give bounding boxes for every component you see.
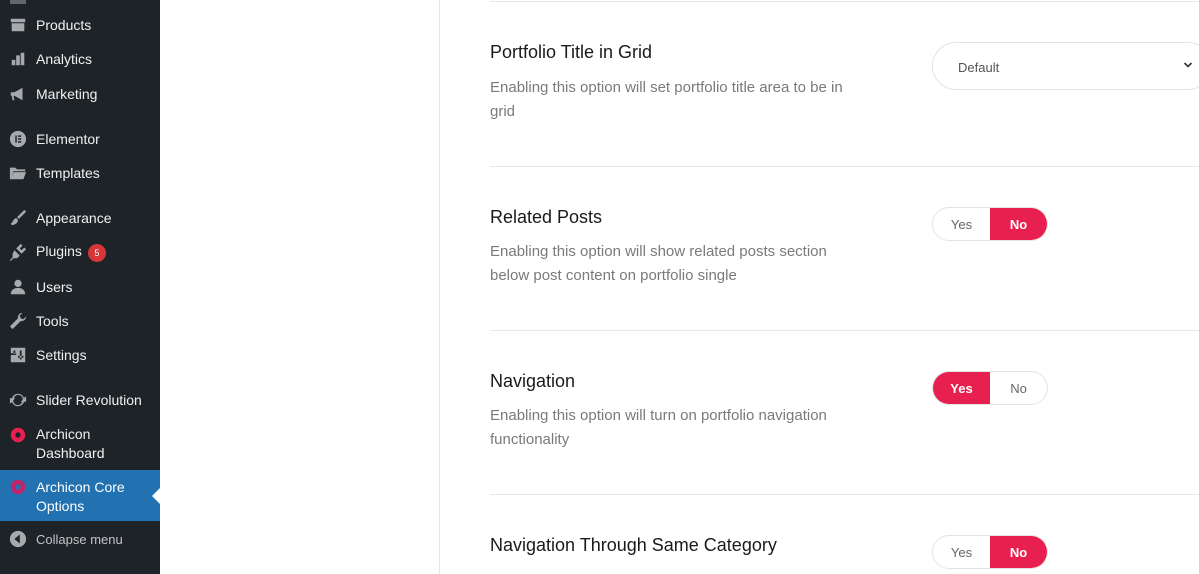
collapse-menu-label: Collapse menu: [36, 531, 123, 547]
sidebar-item-label: Users: [36, 278, 73, 295]
divider: [490, 166, 1199, 167]
sidebar-item-label: Archicon Core Options: [36, 479, 125, 514]
folder-icon: [8, 163, 28, 183]
option-description: Enabling this option will show related p…: [490, 243, 827, 284]
sidebar-item-label: Templates: [36, 164, 100, 181]
no-option[interactable]: No: [990, 208, 1047, 240]
archicon-icon: [8, 425, 28, 445]
settings-icon: [8, 345, 28, 365]
option-description: Enabling this option will turn on portfo…: [490, 407, 827, 448]
sidebar-item-analytics[interactable]: Analytics: [0, 42, 160, 76]
divider: [490, 494, 1199, 495]
yes-option[interactable]: Yes: [933, 208, 990, 240]
sidebar-item-users[interactable]: Users: [0, 270, 160, 304]
elementor-icon: [8, 129, 28, 149]
collapse-arrow-icon: [8, 529, 28, 549]
archicon-icon: [8, 477, 28, 497]
option-title-navigation-same-category: Navigation Through Same Category: [490, 535, 777, 555]
sidebar-item-tools[interactable]: Tools: [0, 304, 160, 338]
option-description: Enabling this option will set portfolio …: [490, 79, 843, 120]
chevron-down-icon: [1183, 62, 1193, 68]
option-title-related-posts: Related Posts: [490, 207, 603, 227]
plugin-icon: [8, 242, 28, 262]
sidebar-item-label: Products: [36, 16, 92, 33]
sidebar-item-slider-revolution[interactable]: Slider Revolution: [0, 383, 160, 417]
paintbrush-icon: [8, 208, 28, 228]
sidebar-item-label: Tools: [36, 312, 69, 329]
select-value: Default: [958, 60, 1000, 75]
update-count-badge: 5: [87, 243, 106, 262]
related-posts-toggle[interactable]: Yes No: [932, 207, 1048, 241]
admin-sidebar: Products Analytics Marketing Elementor T…: [0, 0, 160, 574]
yes-option[interactable]: Yes: [933, 536, 990, 568]
sidebar-item-marketing[interactable]: Marketing: [0, 77, 160, 111]
no-option[interactable]: No: [990, 372, 1047, 404]
clipped-menu-item: [10, 0, 26, 4]
sidebar-item-label: Marketing: [36, 85, 98, 102]
portfolio-title-grid-select[interactable]: Default: [932, 42, 1199, 90]
sidebar-item-label: Slider Revolution: [36, 391, 142, 408]
sidebar-item-archicon-core-options[interactable]: Archicon Core Options: [0, 470, 160, 521]
navigation-same-category-toggle[interactable]: Yes No: [932, 535, 1048, 569]
options-nav-panel: [160, 0, 440, 574]
option-title-navigation: Navigation: [490, 371, 576, 391]
navigation-toggle[interactable]: Yes No: [932, 371, 1048, 405]
collapse-menu-button[interactable]: Collapse menu: [0, 522, 160, 556]
option-title-portfolio-title-in-grid: Portfolio Title in Grid: [490, 42, 653, 62]
refresh-icon: [8, 390, 28, 410]
sidebar-item-plugins[interactable]: Plugins 5: [0, 235, 160, 269]
no-option[interactable]: No: [990, 536, 1047, 568]
archive-icon: [8, 15, 28, 35]
sidebar-item-products[interactable]: Products: [0, 8, 160, 42]
megaphone-icon: [8, 84, 28, 104]
sidebar-item-label: Archicon Dashboard: [36, 426, 105, 461]
sidebar-item-appearance[interactable]: Appearance: [0, 201, 160, 235]
sidebar-item-label: Analytics: [36, 50, 93, 67]
divider: [490, 1, 1199, 2]
yes-option[interactable]: Yes: [933, 372, 990, 404]
active-indicator-arrow: [152, 487, 160, 504]
bar-chart-icon: [8, 49, 28, 69]
sidebar-item-archicon-dashboard[interactable]: Archicon Dashboard: [0, 425, 160, 465]
sidebar-item-label: Plugins: [36, 243, 82, 260]
options-content: Portfolio Title in Grid Enabling this op…: [440, 0, 1199, 574]
sidebar-item-elementor[interactable]: Elementor: [0, 122, 160, 156]
wrench-icon: [8, 311, 28, 331]
sidebar-item-label: Appearance: [36, 209, 112, 226]
sidebar-item-label: Elementor: [36, 130, 100, 147]
user-icon: [8, 277, 28, 297]
sidebar-item-settings[interactable]: Settings: [0, 338, 160, 372]
sidebar-item-templates[interactable]: Templates: [0, 156, 160, 190]
sidebar-item-label: Settings: [36, 346, 87, 363]
divider: [490, 330, 1199, 331]
